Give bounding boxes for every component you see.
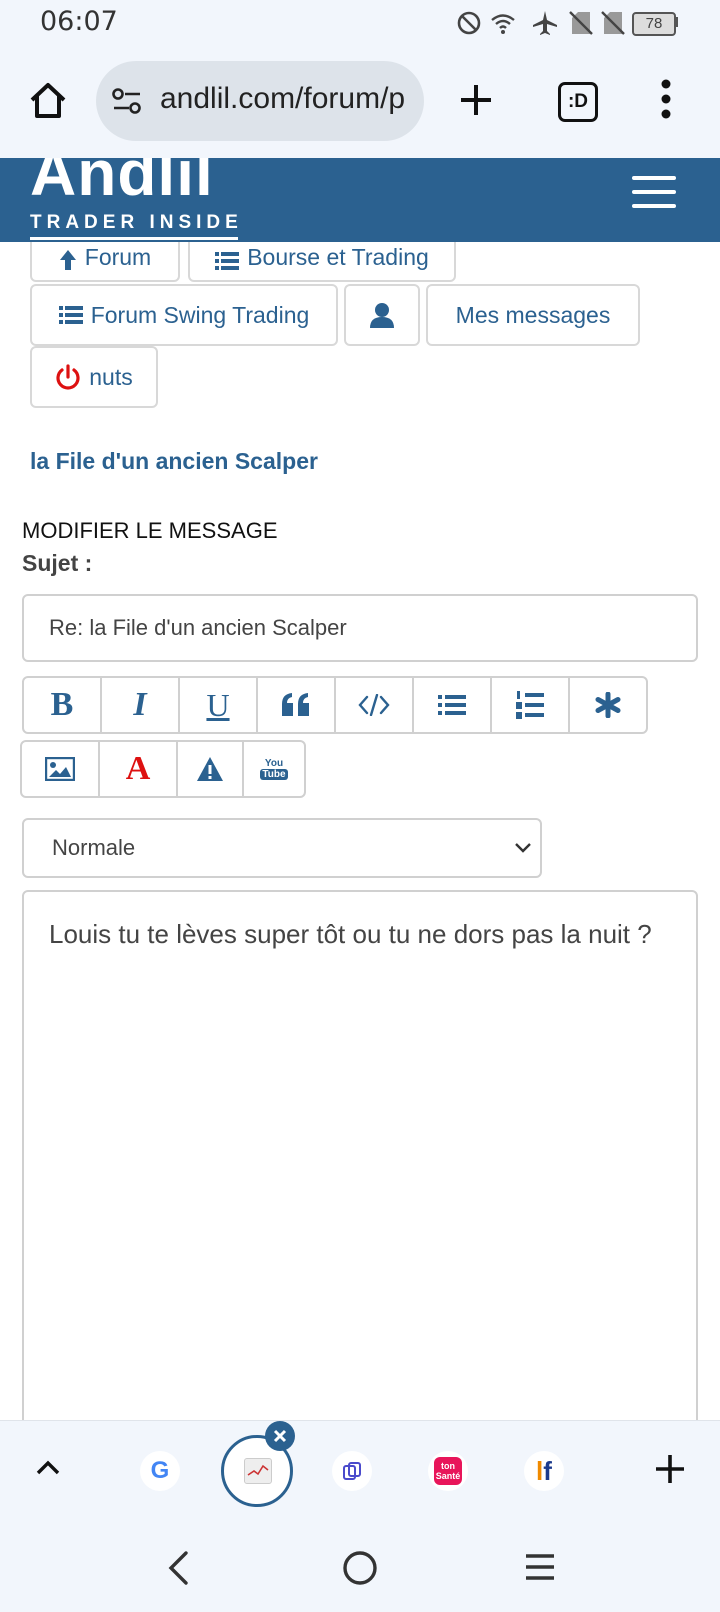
nav-bourse-label: Bourse et Trading (247, 244, 429, 270)
battery-indicator: 78 (632, 12, 676, 36)
no-sim-2-icon (601, 11, 625, 35)
image-button[interactable] (20, 740, 100, 798)
font-size-select[interactable]: Normale (22, 818, 542, 878)
lf-letter-l: l (536, 1455, 544, 1486)
code-icon (358, 694, 390, 716)
logo-divider (30, 237, 238, 240)
home-icon[interactable] (28, 80, 68, 120)
browser-toolbar: andlil.com/forum/p :D (0, 46, 720, 158)
add-tab-icon[interactable] (654, 1453, 686, 1485)
bullet-list-icon (438, 695, 466, 715)
nav-forum-label: Forum (84, 244, 152, 270)
address-bar[interactable]: andlil.com/forum/p (96, 61, 424, 141)
my-messages-label: Mes messages (455, 301, 611, 328)
youtube-icon-top: You (264, 758, 284, 769)
lf-icon[interactable]: lf (524, 1451, 564, 1491)
do-not-disturb-icon (457, 11, 481, 35)
user-icon (370, 303, 394, 328)
no-sim-icon (569, 11, 593, 35)
recents-icon[interactable] (524, 1552, 556, 1582)
ton-sante-badge: ton Santé (434, 1457, 462, 1485)
nav-swing-label: Forum Swing Trading (90, 301, 310, 328)
list-icon (215, 252, 240, 270)
font-color-button[interactable]: A (98, 740, 178, 798)
wifi-icon (491, 14, 515, 34)
close-tab-icon[interactable] (265, 1421, 295, 1451)
warning-button[interactable] (176, 740, 244, 798)
menu-icon-bar[interactable] (632, 176, 676, 180)
font-size-value: Normale (52, 835, 136, 860)
ton-sante-icon[interactable]: ton Santé (428, 1451, 468, 1491)
nav-swing-button[interactable]: Forum Swing Trading (30, 284, 338, 346)
numbered-list-icon (516, 691, 544, 719)
quote-button[interactable] (256, 676, 336, 734)
message-textarea[interactable]: Louis tu te lèves super tôt ou tu ne dor… (22, 890, 698, 1430)
code-button[interactable] (334, 676, 414, 734)
google-letter: G (150, 1457, 170, 1484)
image-icon (45, 757, 75, 781)
list-icon (58, 306, 83, 324)
font-color-icon: A (125, 750, 151, 787)
home-circle-icon[interactable] (342, 1550, 378, 1586)
url-text[interactable]: andlil.com/forum/p (160, 82, 410, 116)
new-tab-icon[interactable] (458, 82, 494, 118)
chart-thumbnail-icon (244, 1458, 272, 1484)
system-nav-bar (0, 1516, 720, 1612)
bold-icon: B (50, 686, 74, 723)
italic-button[interactable]: I (100, 676, 180, 734)
more-menu-icon[interactable] (660, 78, 672, 120)
airplane-mode-icon (533, 11, 557, 35)
my-messages-button[interactable]: Mes messages (426, 284, 640, 346)
menu-icon-bar[interactable] (632, 190, 676, 194)
bold-button[interactable]: B (22, 676, 102, 734)
google-icon[interactable]: G (140, 1451, 180, 1491)
tab-switcher-button[interactable]: :D (558, 82, 598, 122)
battery-tip (675, 17, 678, 27)
subject-label: Sujet : (22, 550, 93, 576)
site-tagline: TRADER INSIDE (30, 212, 243, 233)
menu-icon-bar[interactable] (632, 204, 676, 208)
tab-strip: G ton Santé lf (0, 1420, 720, 1517)
youtube-icon-bottom: Tube (260, 769, 288, 780)
thread-title-link[interactable]: la File d'un ancien Scalper (30, 448, 318, 475)
site-logo[interactable]: Andlil (30, 158, 214, 210)
youtube-button[interactable]: You Tube (242, 740, 306, 798)
warning-icon (197, 757, 223, 781)
asterisk-icon (595, 692, 621, 718)
numbered-list-button[interactable] (490, 676, 570, 734)
chevron-up-icon[interactable] (36, 1459, 60, 1475)
status-time: 06:07 (40, 6, 118, 37)
username-label: nuts (89, 363, 133, 390)
lf-letter-f: f (543, 1455, 552, 1486)
youtube-icon: You Tube (260, 758, 288, 780)
edit-message-heading: MODIFIER LE MESSAGE (22, 518, 278, 543)
subject-input[interactable]: Re: la File d'un ancien Scalper (22, 594, 698, 662)
special-chars-button[interactable] (568, 676, 648, 734)
bullet-list-button[interactable] (412, 676, 492, 734)
quote-icon (282, 693, 309, 716)
underline-icon: U (206, 686, 230, 723)
site-header: Andlil TRADER INSIDE (0, 158, 720, 242)
status-bar: 06:07 78 (0, 0, 720, 46)
underline-button[interactable]: U (178, 676, 258, 734)
back-icon[interactable] (166, 1550, 190, 1586)
chevron-down-icon (515, 843, 531, 853)
italic-icon: I (133, 686, 147, 723)
perplexity-icon[interactable] (332, 1451, 372, 1491)
logout-button[interactable]: nuts (30, 346, 158, 408)
site-settings-icon[interactable] (112, 87, 142, 115)
arrow-up-icon (59, 250, 76, 270)
profile-button[interactable] (344, 284, 420, 346)
power-icon (56, 364, 80, 390)
